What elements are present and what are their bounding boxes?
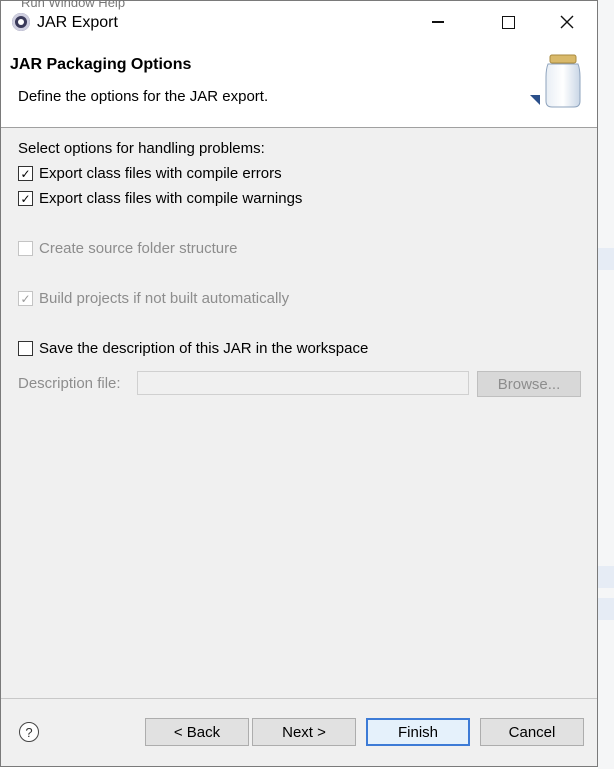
build-projects-checkbox: ✓ bbox=[18, 291, 33, 306]
export-errors-label: Export class files with compile errors bbox=[39, 165, 282, 182]
jar-icon bbox=[530, 54, 581, 108]
source-folder-checkbox bbox=[18, 241, 33, 256]
export-errors-checkbox[interactable]: ✓ bbox=[18, 166, 33, 181]
cancel-button[interactable]: Cancel bbox=[480, 718, 584, 746]
save-description-option[interactable]: Save the description of this JAR in the … bbox=[18, 340, 368, 357]
description-file-input bbox=[137, 371, 469, 395]
options-panel: Select options for handling problems: ✓ … bbox=[1, 128, 597, 698]
back-button[interactable]: < Back bbox=[145, 718, 249, 746]
background-highlight bbox=[598, 566, 614, 588]
next-button[interactable]: Next > bbox=[252, 718, 356, 746]
background-highlight bbox=[598, 598, 614, 620]
window-title: JAR Export bbox=[37, 14, 118, 31]
build-projects-label: Build projects if not built automaticall… bbox=[39, 290, 290, 307]
background-ide-strip bbox=[598, 0, 614, 769]
background-menu: Run Window Help bbox=[21, 0, 126, 10]
close-icon bbox=[560, 15, 574, 29]
description-file-label: Description file: bbox=[18, 375, 121, 392]
eclipse-icon bbox=[12, 13, 30, 31]
export-errors-option[interactable]: ✓ Export class files with compile errors bbox=[18, 165, 282, 182]
export-warnings-label: Export class files with compile warnings bbox=[39, 190, 303, 207]
export-warnings-checkbox[interactable]: ✓ bbox=[18, 191, 33, 206]
page-description: Define the options for the JAR export. bbox=[18, 88, 269, 105]
jar-export-dialog: Run Window Help JAR Export JAR Packaging… bbox=[0, 0, 598, 767]
source-folder-label: Create source folder structure bbox=[39, 240, 238, 257]
build-projects-option: ✓ Build projects if not built automatica… bbox=[18, 290, 289, 307]
footer-separator bbox=[1, 698, 597, 699]
wizard-header: JAR Packaging Options Define the options… bbox=[1, 43, 597, 128]
export-warnings-option[interactable]: ✓ Export class files with compile warnin… bbox=[18, 190, 302, 207]
save-description-checkbox[interactable] bbox=[18, 341, 33, 356]
help-icon[interactable]: ? bbox=[19, 722, 39, 742]
source-folder-option: Create source folder structure bbox=[18, 240, 237, 257]
title-bar: Run Window Help JAR Export bbox=[1, 0, 597, 43]
finish-button[interactable]: Finish bbox=[366, 718, 470, 746]
save-description-label: Save the description of this JAR in the … bbox=[39, 340, 369, 357]
browse-button: Browse... bbox=[477, 371, 581, 397]
maximize-icon bbox=[501, 15, 515, 29]
description-file-row: Description file: Browse... bbox=[18, 371, 588, 397]
page-title: JAR Packaging Options bbox=[10, 56, 192, 73]
maximize-button[interactable] bbox=[485, 7, 531, 37]
minimize-button[interactable] bbox=[415, 7, 461, 37]
minimize-icon bbox=[432, 21, 444, 23]
background-highlight bbox=[598, 248, 614, 270]
problems-section-label: Select options for handling problems: bbox=[18, 140, 265, 157]
close-button[interactable] bbox=[544, 7, 590, 37]
